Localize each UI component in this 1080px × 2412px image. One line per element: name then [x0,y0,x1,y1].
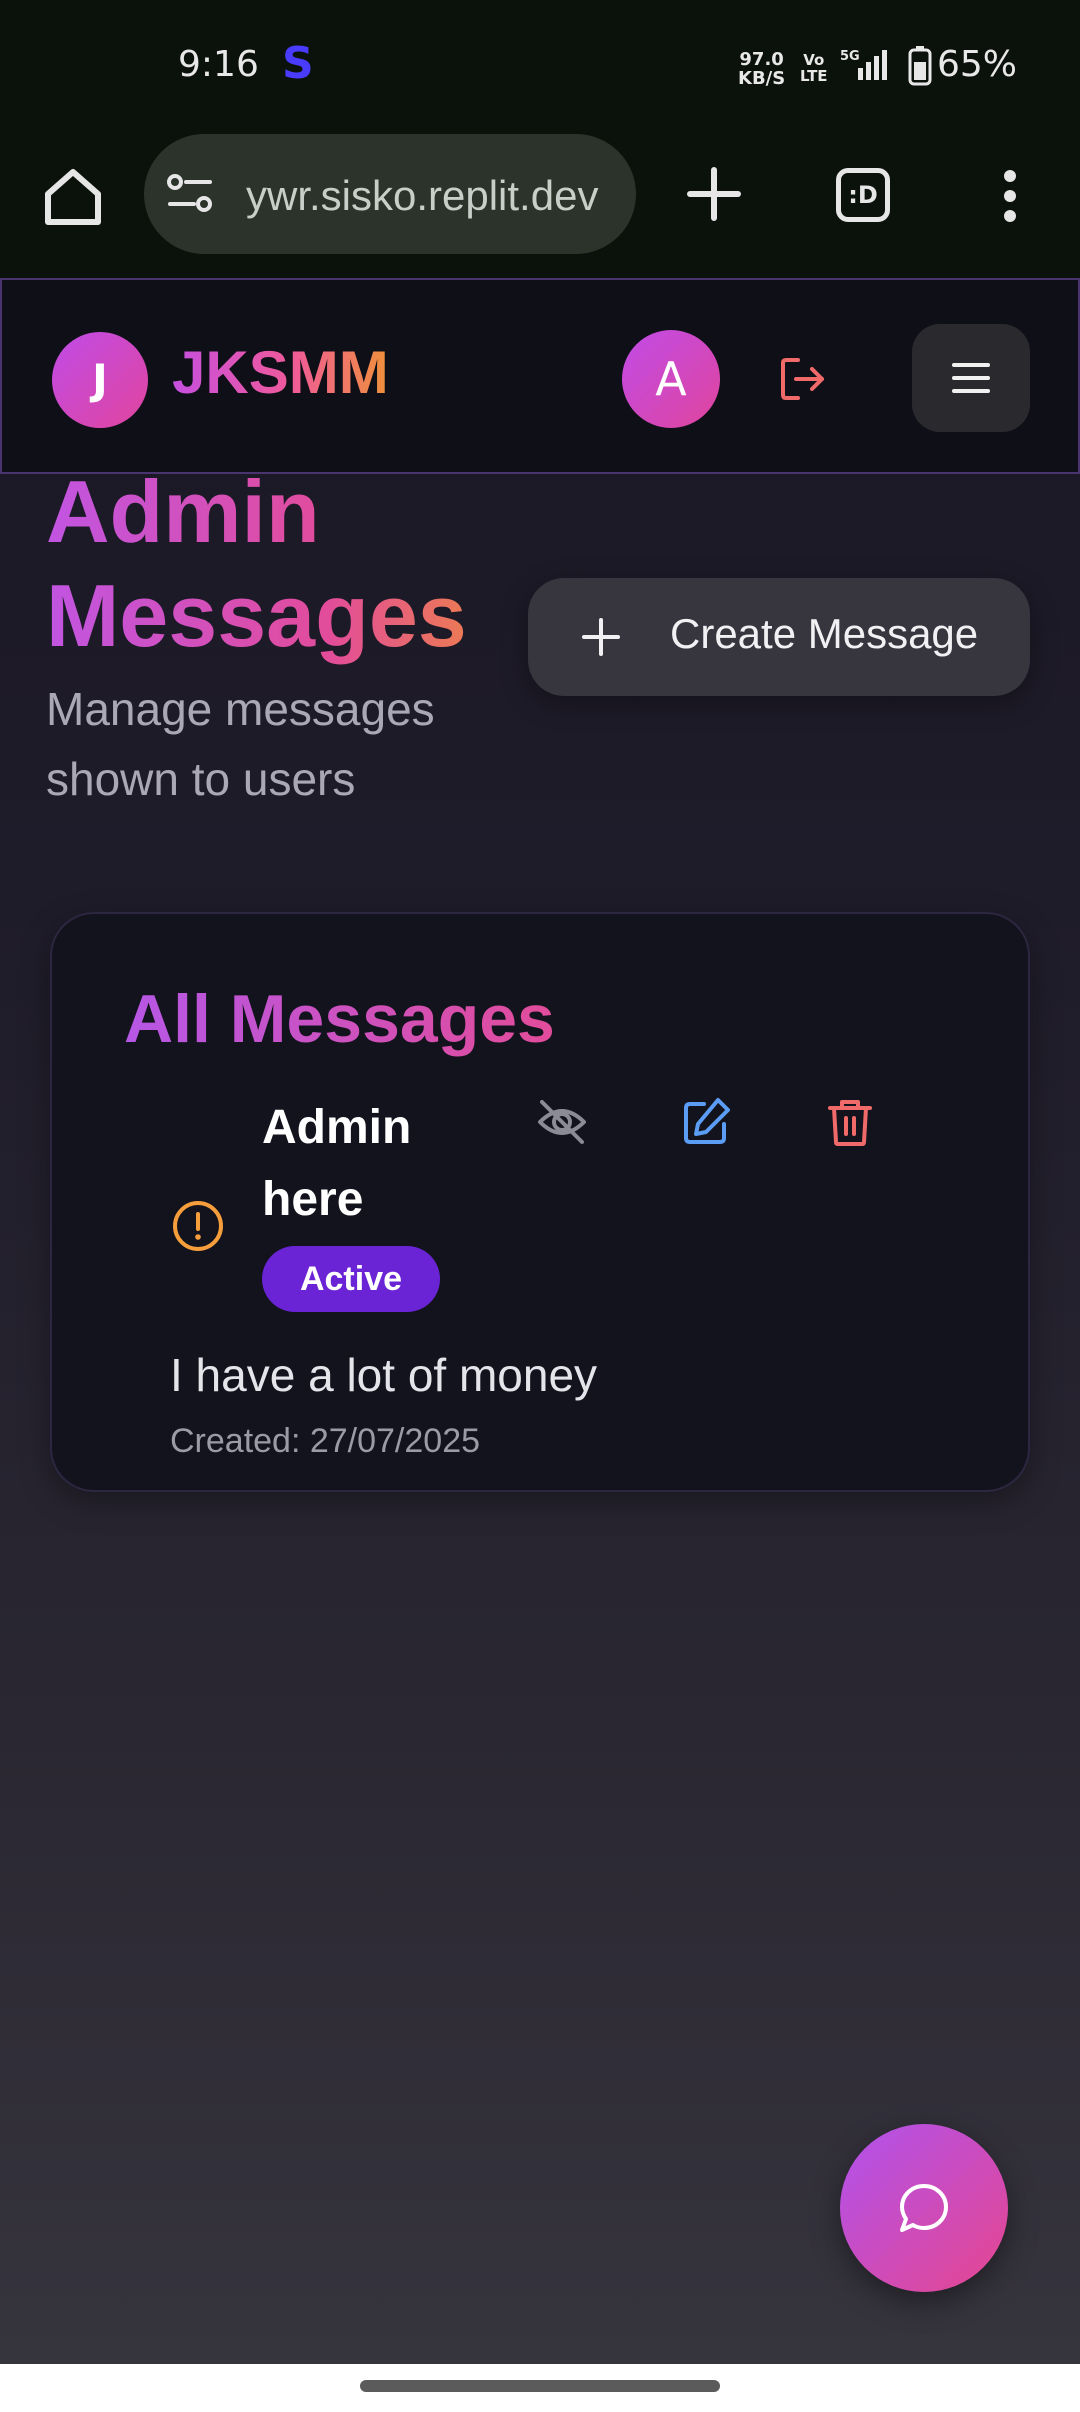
signal-icon: 5G [838,48,898,86]
brand-name[interactable]: JKSMM [172,338,389,407]
volte-indicator: Vo LTE [800,51,828,85]
hamburger-menu-icon [952,363,990,393]
gesture-handle[interactable] [360,2380,720,2392]
card-title: All Messages [124,981,555,1057]
home-icon[interactable] [40,164,106,230]
status-badge: Active [262,1246,440,1312]
hamburger-menu-button[interactable] [912,324,1030,432]
avatar[interactable]: A [622,330,720,428]
page-title: Admin Messages [46,460,516,668]
message-created-date: Created: 27/07/2025 [170,1422,481,1460]
app-notification-icon: S [282,38,314,89]
message-title: Admin here [262,1101,412,1226]
logo[interactable]: J [52,332,148,428]
logout-icon[interactable] [778,354,828,404]
create-message-label: Create Message [670,610,979,657]
status-bar: 9:16 S 97.0 KB/S Vo LTE 5G 65% [0,0,1080,134]
battery-icon [908,46,932,90]
site-settings-icon[interactable] [166,172,216,220]
svg-text:5G: 5G [840,49,860,64]
message-body: I have a lot of money [170,1349,598,1401]
chat-bubble-icon [900,2184,948,2232]
status-time: 9:16 [178,44,259,85]
create-message-button[interactable]: Create Message [528,578,1030,696]
new-tab-icon[interactable] [684,164,744,224]
alert-circle-icon [170,1198,226,1254]
battery-percent: 65% [937,44,1018,85]
app-content: J JKSMM A Admin Messages Manage messages… [0,278,1080,2364]
network-speed: 97.0 KB/S [738,49,786,89]
plus-icon [578,614,624,660]
address-bar[interactable]: ywr.sisko.replit.dev [144,134,636,254]
trash-icon[interactable] [822,1094,878,1150]
system-nav-area [0,2364,1080,2412]
messages-card: All Messages Admin here Active I have a … [50,912,1030,1492]
edit-icon[interactable] [678,1094,734,1150]
page-subtitle: Manage messages shown to users [46,683,435,805]
chat-fab-button[interactable] [840,2124,1008,2292]
browser-toolbar: ywr.sisko.replit.dev :D [0,134,1080,278]
tab-switcher-icon[interactable]: :D [836,168,890,222]
more-vert-icon[interactable] [990,166,1030,226]
eye-off-icon[interactable] [534,1094,590,1150]
url-text[interactable]: ywr.sisko.replit.dev [246,172,626,220]
app-header: J JKSMM A [0,278,1080,474]
